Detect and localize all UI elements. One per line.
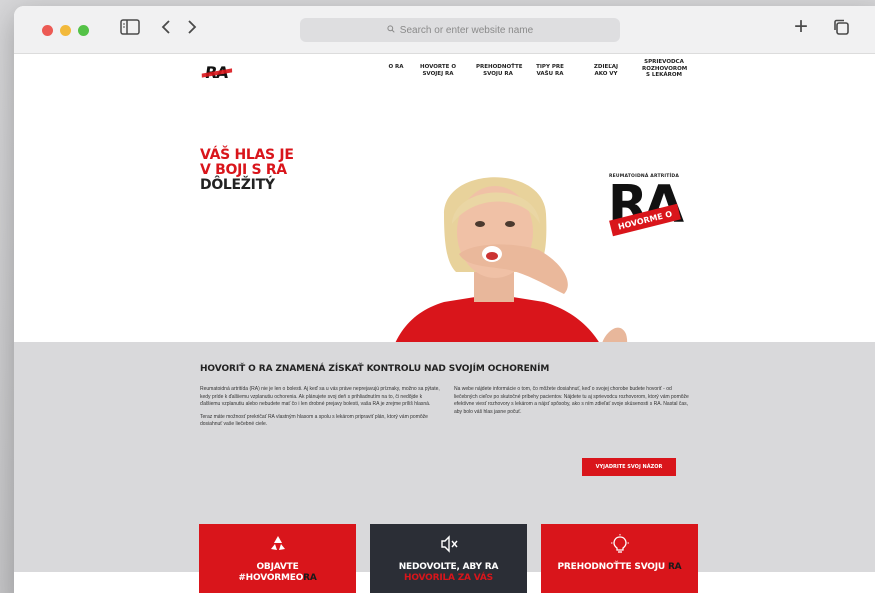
info-paragraph: Reumatoidná artritída (RA) nie je len o … <box>200 386 440 407</box>
card-ra: RA <box>303 573 317 583</box>
card-hashtag: #HOVORMEO <box>238 573 304 583</box>
card-nedovolte[interactable]: NEDOVOĽTE, ABY RA HOVORILA ZA VÁS <box>370 524 527 593</box>
back-icon[interactable] <box>160 18 172 40</box>
site-nav: RA O RA HOVORTE O SVOJEJ RA PREHODNOŤTE … <box>14 54 875 94</box>
nav-item-tipy[interactable]: TIPY PRE VAŠU RA <box>534 64 566 77</box>
card-line-1: OBJAVTE <box>256 562 299 572</box>
nav-item-hovorte[interactable]: HOVORTE O SVOJEJ RA <box>418 64 458 77</box>
info-paragraph: Na webe nájdete informácie o tom, čo môž… <box>454 386 689 415</box>
site-logo[interactable]: RA <box>204 63 229 82</box>
nav-item-sprievodca[interactable]: SPRIEVODCA ROZHOVOROM S LEKÁROM <box>642 59 687 79</box>
copy-icon[interactable] <box>832 18 850 41</box>
search-icon <box>387 24 395 36</box>
lightbulb-icon <box>610 534 629 553</box>
tagline-line-2: V BOJI S RA <box>200 162 287 178</box>
sidebar-toggle-icon[interactable] <box>120 18 140 40</box>
info-column-left: Reumatoidná artritída (RA) nie je len o … <box>200 386 440 434</box>
card-line-1: NEDOVOĽTE, ABY RA <box>398 562 499 572</box>
nav-item-zdielaj[interactable]: ZDIEĽAJ AKO VY <box>588 64 624 77</box>
browser-window: Search or enter website name + RA O RA H… <box>14 6 875 593</box>
card-line-2: HOVORILA ZA VÁS <box>404 573 493 583</box>
tagline-line-3: DÔLEŽITÝ <box>200 177 275 193</box>
card-line-1: PREHODNOŤTE SVOJU <box>557 562 666 572</box>
card-ra: RA <box>667 562 682 572</box>
info-paragraph: Teraz máte možnosť prekričať RA vlastným… <box>200 413 428 428</box>
hero-section: VÁŠ HLAS JE V BOJI S RA DÔLEŽITÝ REUMATO… <box>14 94 875 386</box>
recycle-icon <box>270 536 285 550</box>
new-tab-button[interactable]: + <box>794 15 808 39</box>
card-objavte[interactable]: OBJAVTE #HOVORMEORA <box>199 524 356 593</box>
tagline-line-1: VÁŠ HLAS JE <box>200 147 294 163</box>
maximize-window-button[interactable] <box>78 25 89 36</box>
close-window-button[interactable] <box>42 25 53 36</box>
address-bar[interactable]: Search or enter website name <box>300 18 620 42</box>
hovorme-o-ra-badge: REUMATOIDNÁ ARTRITÍDA RA HOVORME O <box>604 174 684 254</box>
info-title: HOVORIŤ O RA ZNAMENÁ ZÍSKAŤ KONTROLU NAD… <box>200 364 550 374</box>
minimize-window-button[interactable] <box>60 25 71 36</box>
card-prehodnotte[interactable]: PREHODNOŤTE SVOJU RA <box>541 524 698 593</box>
address-placeholder: Search or enter website name <box>399 24 534 36</box>
hero-tagline: VÁŠ HLAS JE V BOJI S RA DÔLEŽITÝ <box>200 148 294 193</box>
web-page: RA O RA HOVORTE O SVOJEJ RA PREHODNOŤTE … <box>14 54 875 593</box>
browser-toolbar: Search or enter website name + <box>14 6 875 54</box>
share-opinion-button[interactable]: VYJADRITE SVOJ NÁZOR <box>582 458 676 476</box>
info-column-right: Na webe nájdete informácie o tom, čo môž… <box>454 386 694 421</box>
mute-icon <box>440 535 458 553</box>
nav-item-prehodnotte[interactable]: PREHODNOŤTE SVOJU RA <box>476 64 523 77</box>
forward-icon[interactable] <box>186 18 198 40</box>
nav-item-o-ra[interactable]: O RA <box>386 64 406 71</box>
